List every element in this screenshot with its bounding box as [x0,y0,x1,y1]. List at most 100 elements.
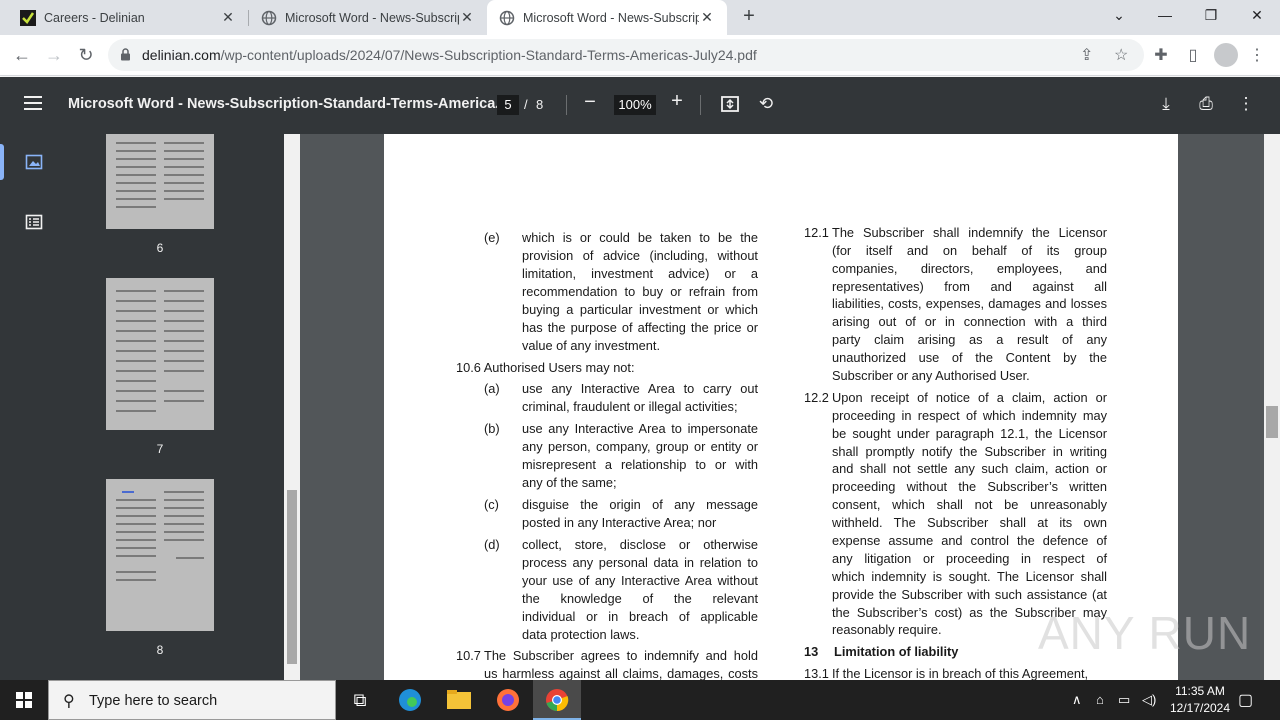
edge-icon[interactable] [386,680,434,720]
new-tab-button[interactable]: + [737,4,761,28]
clause-12-2-line: proceeding in respect of which indemnity… [832,408,1107,423]
taskbar-clock[interactable]: 11:35 AM 12/17/2024 [1160,683,1240,717]
close-tab-icon[interactable]: ✕ [459,9,475,26]
bookmark-star-icon[interactable]: ☆ [1114,45,1128,65]
item-d-line: individual or in breach of applicable [522,609,758,624]
clause-12-1-line: Subscriber or any Authorised User. [832,368,1030,383]
zoom-out-button[interactable]: − [579,91,601,115]
minimize-button[interactable]: — [1142,0,1188,32]
download-icon[interactable]: ⤓ [1155,94,1177,116]
page-thumbnail-6[interactable] [106,134,214,229]
file-explorer-icon[interactable] [435,680,483,720]
forward-arrow-icon[interactable]: → [40,41,68,69]
zoom-input[interactable]: 100% [614,95,656,115]
fit-to-page-icon[interactable] [719,94,741,116]
section-number: 13 [804,644,819,659]
restore-button[interactable]: ❐ [1188,0,1234,32]
browser-toolbar: ← → ↻ delinian.com/wp-content/uploads/20… [0,35,1280,76]
clause-10-6: 10.6 Authorised Users may not: [456,360,635,375]
clause-12-2-line: any litigation or proceeding in respect … [832,551,1107,566]
page-separator: / [524,97,528,112]
url-path: /wp-content/uploads/2024/07/News-Subscri… [220,47,757,63]
display-icon[interactable]: ▭ [1118,692,1130,708]
tab-pdf-active[interactable]: Microsoft Word - News-Subscrip ✕ [487,0,727,35]
tab-title: Careers - Delinian [44,10,145,25]
rotate-icon[interactable]: ⟲ [755,94,777,116]
task-view-icon[interactable]: ⧉ [336,680,384,720]
clause-12-2-line: be sought under paragraph 12.1, the Lice… [832,426,1107,441]
menu-hamburger-icon[interactable] [24,96,42,110]
clause-10-7-line: us harmless against all claims, damages,… [484,666,758,680]
zoom-in-button[interactable]: + [666,90,688,114]
thumbnail-sidebar: 6 7 8 [0,134,300,680]
lock-icon[interactable] [120,48,131,64]
item-label: (b) [484,421,500,436]
reload-icon[interactable]: ↻ [72,41,100,69]
tab-search-chevron-down-icon[interactable]: ⌄ [1096,0,1142,32]
chrome-icon[interactable] [533,680,581,720]
globe-icon [261,10,277,26]
thumbnail-label: 8 [156,643,164,657]
item-d-line: collect, store, disclose or otherwise [522,537,758,552]
print-icon[interactable]: ⎙ [1195,94,1217,116]
page-thumbnail-7[interactable] [106,278,214,430]
address-bar[interactable]: delinian.com/wp-content/uploads/2024/07/… [108,39,1144,71]
item-c-line: posted in any Interactive Area; nor [522,515,717,530]
page-total: 8 [536,97,544,112]
taskbar-search-box[interactable]: ⚲ Type here to search [48,680,336,720]
tab-title: Microsoft Word - News-Subscrip [285,10,459,25]
tab-careers[interactable]: Careers - Delinian ✕ [0,0,248,35]
firefox-icon[interactable] [484,680,532,720]
clause-12-1-line: representatives) from and against all [832,279,1107,294]
clause-number: 12.2 [804,390,829,405]
windows-start-icon[interactable] [0,680,48,720]
more-menu-icon[interactable]: ⋮ [1246,45,1268,67]
clause-13-1-line: If the Licensor is in breach of this Agr… [832,666,1089,680]
tray-chevron-up-icon[interactable]: ∧ [1072,692,1082,708]
page-thumbnail-8[interactable] [106,479,214,631]
url-text[interactable]: delinian.com/wp-content/uploads/2024/07/… [142,47,757,63]
profile-avatar[interactable] [1214,43,1238,67]
clause-12-1-line: unauthorized use of the Content by the [832,350,1107,365]
pdf-page: (e) which is or could be taken to be the… [384,134,1178,680]
sidebar-scrollbar-thumb[interactable] [287,490,297,664]
item-a-line: use any Interactive Area to carry out [522,381,758,396]
toolbar-divider [566,95,567,115]
side-panel-icon[interactable]: ▯ [1182,45,1204,67]
item-b-line: misrepresent a relationship to or with [522,457,758,472]
item-e-line: has the purpose of affecting the price o… [522,320,758,335]
item-d-line: the knowledge of the relevant [522,591,758,606]
outline-view-icon[interactable] [24,214,44,232]
item-a-line: criminal, fraudulent or illegal activiti… [522,399,738,414]
viewer-scrollbar-thumb[interactable] [1266,406,1278,438]
clause-12-1-line: The Subscriber shall indemnify the Licen… [832,225,1107,240]
clause-12-2-line: expense assume and control the defence o… [832,533,1107,548]
clause-12-1-line: (for itself and on behalf of its group [832,243,1107,258]
item-label: (e) [484,230,500,245]
thumbnails-view-icon[interactable] [24,154,44,172]
clause-12-2-line: proceeding without the Subscriber’s writ… [832,479,1107,494]
close-window-button[interactable]: ✕ [1234,0,1280,32]
clause-number: 10.7 [456,648,481,663]
item-d-line: data protection laws. [522,627,640,642]
back-arrow-icon[interactable]: ← [8,41,36,69]
clock-time: 11:35 AM [1175,684,1225,698]
close-tab-icon[interactable]: ✕ [220,9,236,26]
tab-pdf-1[interactable]: Microsoft Word - News-Subscrip ✕ [249,0,487,35]
share-icon[interactable]: ⇪ [1080,45,1093,65]
windows-taskbar: ⚲ Type here to search ⧉ ∧ ⌂ ▭ ◁) 11:35 A… [0,680,1280,720]
globe-icon [499,10,515,26]
extensions-puzzle-icon[interactable]: ✚ [1150,45,1172,67]
volume-icon[interactable]: ◁) [1142,692,1156,708]
network-icon[interactable]: ⌂ [1096,692,1104,707]
page-number-input[interactable]: 5 [497,95,519,115]
close-tab-icon[interactable]: ✕ [699,9,715,26]
more-actions-icon[interactable]: ⋮ [1235,94,1257,116]
item-b-line: use any Interactive Area to impersonate [522,421,758,436]
item-b-line: any person, company, group or entity or [522,439,758,454]
notification-icon[interactable]: ▢ [1238,690,1253,710]
toolbar-divider [700,95,701,115]
clause-12-1-line: party claim arising as a result of any [832,332,1107,347]
clause-12-2-line: which indemnity is sought. The Licensor … [832,569,1107,584]
item-e-line: recommendation to buy or refrain from [522,284,758,299]
